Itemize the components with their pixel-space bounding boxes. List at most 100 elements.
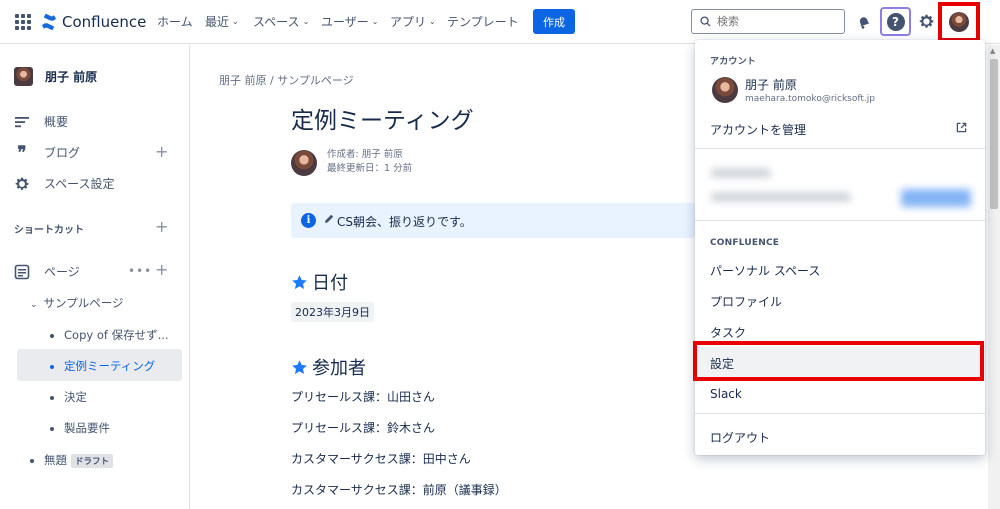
confluence-logo[interactable]: Confluence xyxy=(41,11,146,33)
space-avatar xyxy=(14,67,33,86)
sidebar-item-label: ブログ xyxy=(44,146,81,160)
dropdown-user-name: 朋子 前原 xyxy=(745,78,797,92)
user-avatar xyxy=(949,12,969,32)
author-avatar[interactable] xyxy=(291,150,317,176)
divider xyxy=(695,220,985,221)
sidebar-item-blog[interactable]: ❞ ブログ xyxy=(14,143,81,163)
account-section-title: アカウント xyxy=(710,57,757,67)
tree-item-regular-meeting[interactable]: 定例ミーティング xyxy=(50,358,155,374)
add-blog-icon[interactable]: + xyxy=(155,142,168,161)
attendee-line: カスタマーサクセス課：前原（議事録） xyxy=(291,483,507,497)
blurred-section xyxy=(705,159,975,214)
settings-gear-icon[interactable] xyxy=(918,13,935,30)
info-icon: i xyxy=(301,213,316,228)
chevron-down-icon: ⌄ xyxy=(429,17,436,26)
notifications-bell-icon[interactable] xyxy=(856,14,872,30)
pencil-icon xyxy=(325,214,334,223)
nav-spaces-label: スペース xyxy=(253,15,300,29)
chevron-down-icon: ⌄ xyxy=(232,17,239,26)
shortcuts-heading: ショートカット xyxy=(14,225,84,236)
product-name: Confluence xyxy=(62,13,147,31)
info-panel: i CS朝会、振り返りです。 xyxy=(291,203,695,238)
external-link-icon xyxy=(956,122,967,133)
tasks-item[interactable]: タスク xyxy=(710,324,746,341)
confluence-section-title: CONFLUENCE xyxy=(710,238,780,248)
help-button[interactable]: ? xyxy=(880,7,911,36)
attendee-line: プリセールス課：鈴木さん xyxy=(291,421,436,435)
nav-home-label: ホーム xyxy=(157,15,193,29)
heading-date: 日付 xyxy=(291,269,348,295)
nav-home[interactable]: ホーム xyxy=(157,13,193,30)
divider xyxy=(695,413,985,414)
app-switcher-icon[interactable] xyxy=(15,14,31,30)
scroll-up-icon[interactable]: ▲ xyxy=(990,47,995,55)
slack-item[interactable]: Slack xyxy=(710,387,742,401)
add-page-icon[interactable]: + xyxy=(155,260,168,279)
sidebar-item-space-settings[interactable]: スペース設定 xyxy=(14,175,115,192)
heading-attendees: 参加者 xyxy=(291,354,366,380)
attendee-line: プリセールス課：山田さん xyxy=(291,390,436,404)
nav-apps[interactable]: アプリ ⌄ xyxy=(390,13,436,30)
dropdown-user-email: maehara.tomoko@ricksoft.jp xyxy=(745,94,875,104)
search-box[interactable] xyxy=(691,9,845,34)
sidebar-item-pages[interactable]: ページ xyxy=(14,263,80,280)
confluence-logo-icon xyxy=(42,14,56,30)
sidebar-item-label: ページ xyxy=(44,265,80,279)
pages-icon xyxy=(14,264,30,279)
sidebar-item-overview[interactable]: 概要 xyxy=(14,113,68,130)
tree-item-label: 製品要件 xyxy=(64,421,110,435)
tree-item-decision[interactable]: 決定 xyxy=(50,389,87,405)
search-input[interactable] xyxy=(717,15,837,28)
draft-badge: ドラフト xyxy=(71,453,114,468)
create-button[interactable]: 作成 xyxy=(533,9,575,34)
tree-item-label: 定例ミーティング xyxy=(64,359,156,373)
sidebar-item-label: スペース設定 xyxy=(44,177,115,191)
more-actions-icon[interactable]: ••• xyxy=(128,264,152,278)
chevron-down-icon: ⌄ xyxy=(30,300,38,310)
tree-item-product-requirements[interactable]: 製品要件 xyxy=(50,420,110,436)
logout-item[interactable]: ログアウト xyxy=(710,429,770,446)
space-header[interactable]: 朋子 前原 xyxy=(14,67,97,86)
space-name: 朋子 前原 xyxy=(45,70,98,84)
space-sidebar: 朋子 前原 概要 ❞ ブログ + スペース設定 ショートカット + ページ ••… xyxy=(0,45,190,509)
tree-item-label: 無題 xyxy=(44,453,67,467)
personal-space-item[interactable]: パーソナル スペース xyxy=(710,262,820,279)
chevron-down-icon: ⌄ xyxy=(371,17,379,26)
manage-account-item[interactable]: アカウントを管理 xyxy=(710,121,806,138)
page-meta: 作成者: 朋子 前原 最終更新日：1 分前 xyxy=(327,148,412,176)
tree-item-sample-page[interactable]: ⌄ サンプルページ xyxy=(30,295,123,311)
author-line: 作成者: 朋子 前原 xyxy=(327,149,403,160)
tree-item-label: サンプルページ xyxy=(43,296,124,310)
tree-item-untitled[interactable]: 無題 ドラフト xyxy=(30,452,114,468)
overview-icon xyxy=(15,116,29,127)
page-title: 定例ミーティング xyxy=(291,108,474,134)
bullet-icon xyxy=(50,395,54,400)
star-icon xyxy=(292,274,307,289)
info-text: CS朝会、振り返りです。 xyxy=(337,215,472,229)
nav-users[interactable]: ユーザー ⌄ xyxy=(321,13,378,30)
updated-line: 最終更新日：1 分前 xyxy=(327,163,413,174)
dropdown-user-avatar xyxy=(712,77,738,103)
settings-highlight-box xyxy=(693,341,984,381)
add-shortcut-icon[interactable]: + xyxy=(155,217,168,236)
profile-item[interactable]: プロファイル xyxy=(710,293,782,310)
heading-attendees-text: 参加者 xyxy=(312,358,366,379)
nav-templates-label: テンプレート xyxy=(447,15,519,29)
tree-item-copy[interactable]: Copy of 保存せず... xyxy=(50,327,169,343)
tree-item-label: 決定 xyxy=(64,390,87,404)
search-icon xyxy=(700,16,711,27)
breadcrumb[interactable]: 朋子 前原 / サンプルページ xyxy=(219,72,354,88)
date-lozenge[interactable]: 2023年3月9日 xyxy=(291,302,374,322)
star-icon xyxy=(292,359,307,374)
top-navigation: Confluence ホーム 最近 ⌄ スペース ⌄ ユーザー ⌄ アプリ ⌄ テンプレ… xyxy=(0,0,1000,44)
nav-templates[interactable]: テンプレート xyxy=(447,13,519,30)
profile-button-highlight[interactable] xyxy=(938,2,980,42)
nav-recent-label: 最近 xyxy=(205,15,230,29)
profile-dropdown-menu: アカウント 朋子 前原 maehara.tomoko@ricksoft.jp ア… xyxy=(695,40,985,455)
bullet-icon xyxy=(30,458,34,463)
page-scrollbar[interactable]: ▲ xyxy=(988,45,1000,509)
nav-spaces[interactable]: スペース ⌄ xyxy=(253,13,309,30)
chevron-down-icon: ⌄ xyxy=(302,17,310,26)
nav-recent[interactable]: 最近 ⌄ xyxy=(205,13,239,30)
scroll-thumb[interactable] xyxy=(990,59,998,209)
